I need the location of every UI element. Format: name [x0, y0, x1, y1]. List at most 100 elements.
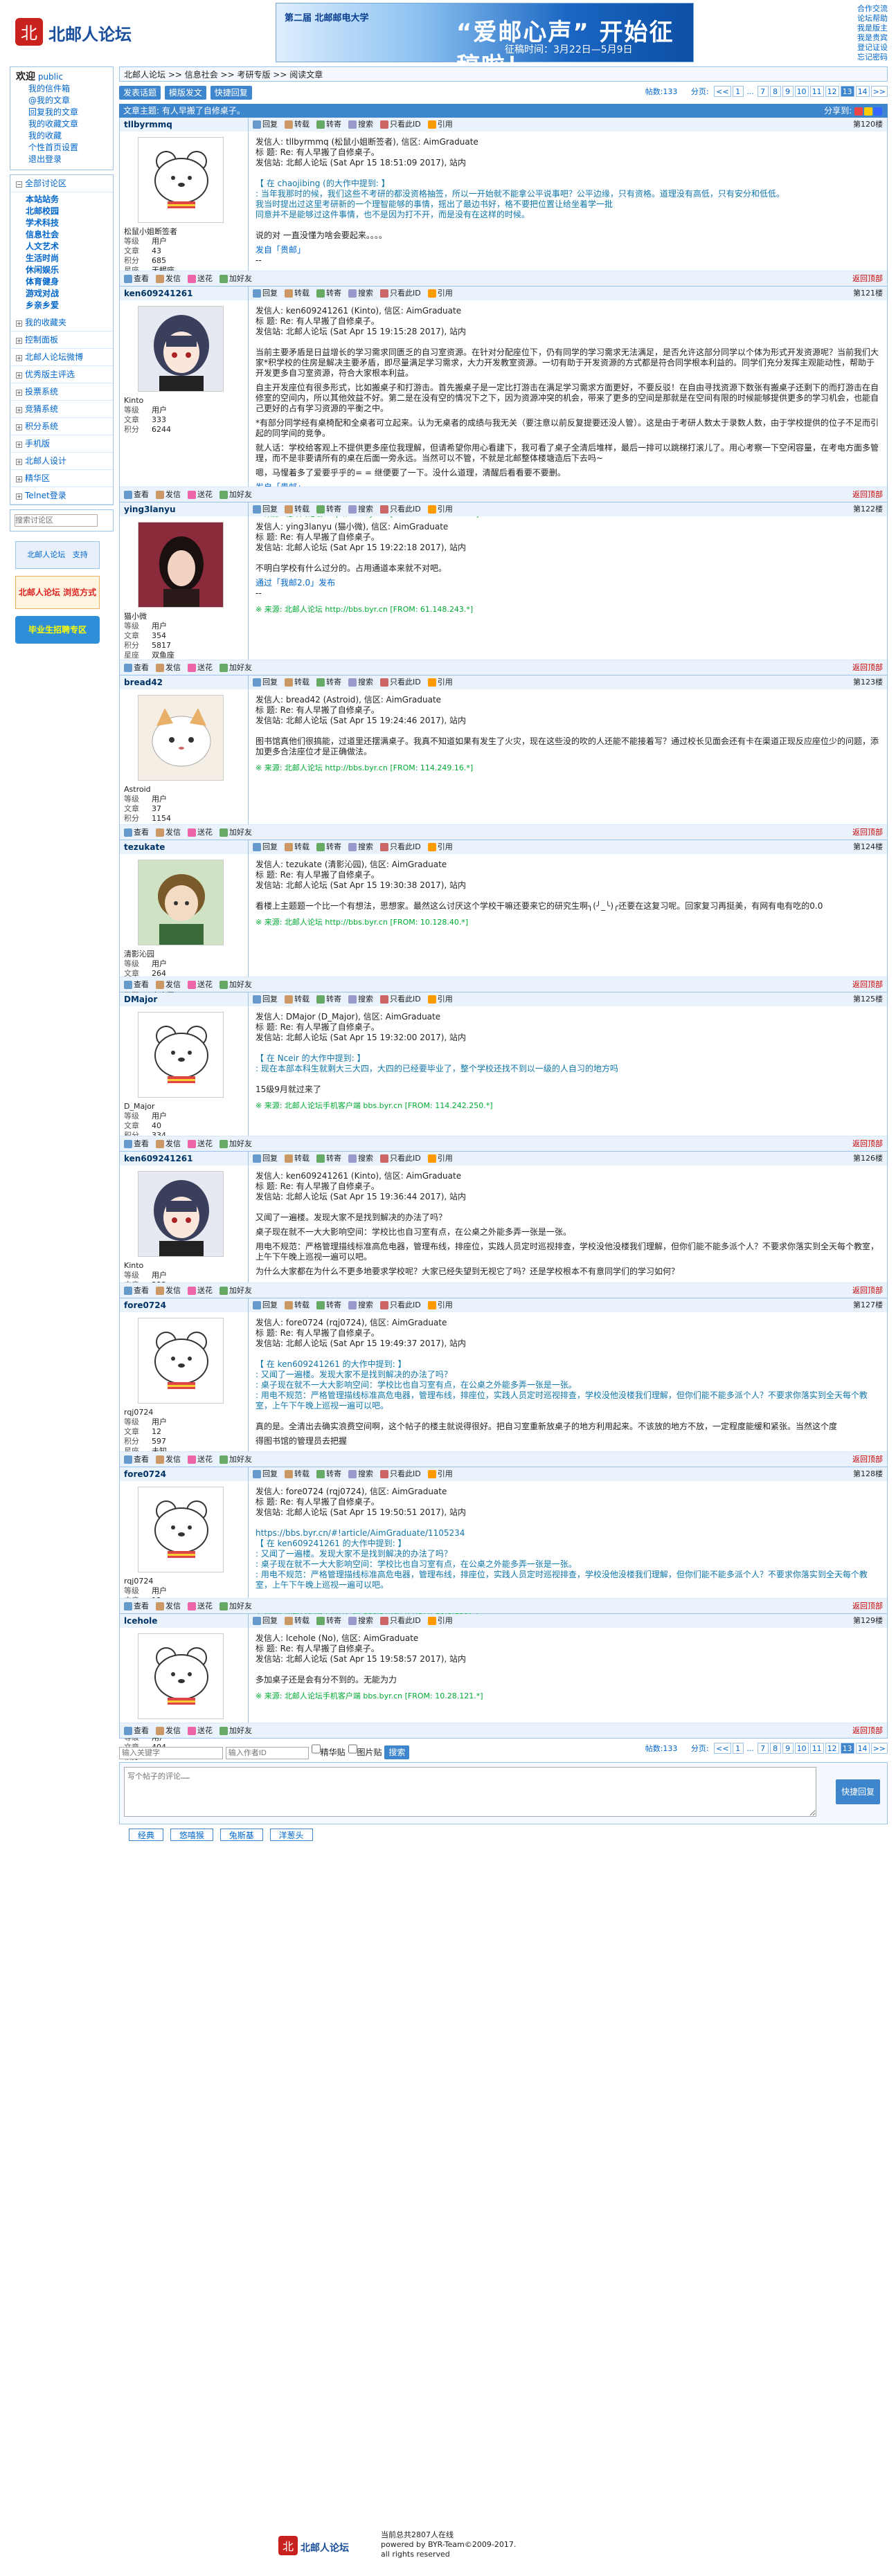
- post-action-5[interactable]: 引用: [438, 505, 453, 514]
- page-link[interactable]: 12: [825, 1743, 839, 1754]
- sidebar-link[interactable]: 回复我的文章: [16, 107, 107, 118]
- post-action-5[interactable]: 引用: [438, 678, 453, 687]
- site-logo[interactable]: 北北邮人论坛: [12, 14, 143, 51]
- page-link[interactable]: 9: [782, 1743, 794, 1754]
- user-link[interactable]: public: [38, 72, 63, 82]
- post-action-2[interactable]: 转寄: [326, 995, 341, 1004]
- signature-link[interactable]: 发自「贵邮」: [256, 245, 880, 255]
- nav-all-boards[interactable]: − 全部讨论区: [10, 175, 113, 192]
- ad-support[interactable]: 北邮人论坛 支持: [15, 541, 100, 569]
- post-action-1[interactable]: 转载: [294, 1300, 310, 1309]
- footer-action-2[interactable]: 送花: [197, 828, 213, 837]
- section-item[interactable]: 本站站务: [10, 194, 113, 206]
- footer-action-3[interactable]: 加好友: [229, 274, 252, 283]
- post-action-5[interactable]: 引用: [438, 842, 453, 851]
- avatar[interactable]: [138, 1318, 224, 1404]
- section-item[interactable]: 人文艺术: [10, 241, 113, 253]
- footer-action-0[interactable]: 查看: [134, 490, 149, 499]
- post-action-5[interactable]: 引用: [438, 120, 453, 129]
- weibo-share-icon[interactable]: [854, 107, 863, 116]
- post-action-2[interactable]: 转寄: [326, 120, 341, 129]
- footer-action-3[interactable]: 加好友: [229, 1139, 252, 1148]
- page-link[interactable]: >>: [870, 86, 888, 97]
- author-input[interactable]: [225, 1747, 309, 1759]
- sidebar-link[interactable]: 退出登录: [16, 154, 107, 165]
- post-action-4[interactable]: 只看此ID: [390, 842, 421, 851]
- keyword-input[interactable]: [119, 1747, 223, 1759]
- footer-action-3[interactable]: 加好友: [229, 1286, 252, 1295]
- nav-group[interactable]: + 积分系统: [10, 418, 113, 435]
- post-action-2[interactable]: 转寄: [326, 289, 341, 298]
- section-item[interactable]: 乡亲乡爱: [10, 300, 113, 311]
- footer-action-2[interactable]: 送花: [197, 980, 213, 989]
- post-action-4[interactable]: 只看此ID: [390, 505, 421, 514]
- sidebar-link[interactable]: 我的收藏文章: [16, 118, 107, 130]
- footer-action-3[interactable]: 加好友: [229, 663, 252, 672]
- post-action-4[interactable]: 只看此ID: [390, 1469, 421, 1478]
- emoji-tab[interactable]: 经典: [129, 1829, 164, 1841]
- back-to-top[interactable]: 返回顶部: [852, 1283, 883, 1298]
- post-action-4[interactable]: 只看此ID: [390, 289, 421, 298]
- footer-action-1[interactable]: 发信: [165, 980, 181, 989]
- avatar[interactable]: [138, 860, 224, 945]
- post-action-0[interactable]: 回复: [262, 289, 278, 298]
- post-action-0[interactable]: 回复: [262, 678, 278, 687]
- post-action-4[interactable]: 只看此ID: [390, 1300, 421, 1309]
- post-action-4[interactable]: 只看此ID: [390, 1616, 421, 1625]
- post-action-3[interactable]: 搜索: [358, 289, 373, 298]
- page-link[interactable]: 9: [782, 86, 794, 97]
- back-to-top[interactable]: 返回顶部: [852, 1136, 883, 1152]
- avatar[interactable]: [138, 1171, 224, 1257]
- nav-group[interactable]: + Telnet登录: [10, 487, 113, 505]
- post-action-3[interactable]: 搜索: [358, 1469, 373, 1478]
- qzone-share-icon[interactable]: [864, 107, 872, 116]
- top-link[interactable]: 我是贵宾: [857, 33, 888, 43]
- post-action-2[interactable]: 转寄: [326, 505, 341, 514]
- footer-action-1[interactable]: 发信: [165, 1139, 181, 1148]
- post-action-0[interactable]: 回复: [262, 842, 278, 851]
- page-link[interactable]: 8: [769, 1743, 781, 1754]
- page-link[interactable]: 11: [809, 86, 824, 97]
- footer-action-1[interactable]: 发信: [165, 828, 181, 837]
- post-action-3[interactable]: 搜索: [358, 505, 373, 514]
- sidebar-link[interactable]: 个性首页设置: [16, 142, 107, 154]
- page-link[interactable]: 14: [855, 1743, 870, 1754]
- author-name[interactable]: bread42: [120, 675, 249, 689]
- post-action-0[interactable]: 回复: [262, 120, 278, 129]
- post-action-5[interactable]: 引用: [438, 995, 453, 1004]
- footer-action-0[interactable]: 查看: [134, 1602, 149, 1611]
- sidebar-link[interactable]: @我的文章: [16, 95, 107, 107]
- author-name[interactable]: ying3lanyu: [120, 502, 249, 516]
- image-checkbox[interactable]: [348, 1743, 357, 1755]
- footer-action-1[interactable]: 发信: [165, 1286, 181, 1295]
- author-name[interactable]: tezukate: [120, 840, 249, 854]
- author-name[interactable]: tllbyrmmq: [120, 118, 249, 131]
- footer-action-2[interactable]: 送花: [197, 1602, 213, 1611]
- footer-action-2[interactable]: 送花: [197, 274, 213, 283]
- post-action-2[interactable]: 转寄: [326, 1469, 341, 1478]
- page-link[interactable]: >>: [870, 1743, 888, 1754]
- author-name[interactable]: ken609241261: [120, 1152, 249, 1165]
- top-link[interactable]: 论坛帮助: [857, 14, 888, 24]
- footer-action-1[interactable]: 发信: [165, 274, 181, 283]
- section-item[interactable]: 北邮校园: [10, 206, 113, 217]
- footer-action-0[interactable]: 查看: [134, 1286, 149, 1295]
- new-topic-button[interactable]: 发表话题: [119, 86, 161, 100]
- avatar[interactable]: [138, 522, 224, 608]
- reply-textarea[interactable]: [124, 1767, 816, 1817]
- section-item[interactable]: 游戏对战: [10, 288, 113, 300]
- back-to-top[interactable]: 返回顶部: [852, 1723, 883, 1739]
- section-item[interactable]: 学术科技: [10, 217, 113, 229]
- post-action-1[interactable]: 转载: [294, 1616, 310, 1625]
- footer-action-0[interactable]: 查看: [134, 980, 149, 989]
- nav-group[interactable]: + 我的收藏夹: [10, 314, 113, 332]
- template-post-button[interactable]: 模版发文: [164, 86, 206, 100]
- footer-action-3[interactable]: 加好友: [229, 980, 252, 989]
- post-action-1[interactable]: 转载: [294, 120, 310, 129]
- page-link[interactable]: 14: [855, 86, 870, 97]
- post-action-5[interactable]: 引用: [438, 289, 453, 298]
- footer-action-1[interactable]: 发信: [165, 490, 181, 499]
- post-action-1[interactable]: 转载: [294, 1154, 310, 1163]
- avatar[interactable]: [138, 1012, 224, 1098]
- post-action-5[interactable]: 引用: [438, 1616, 453, 1625]
